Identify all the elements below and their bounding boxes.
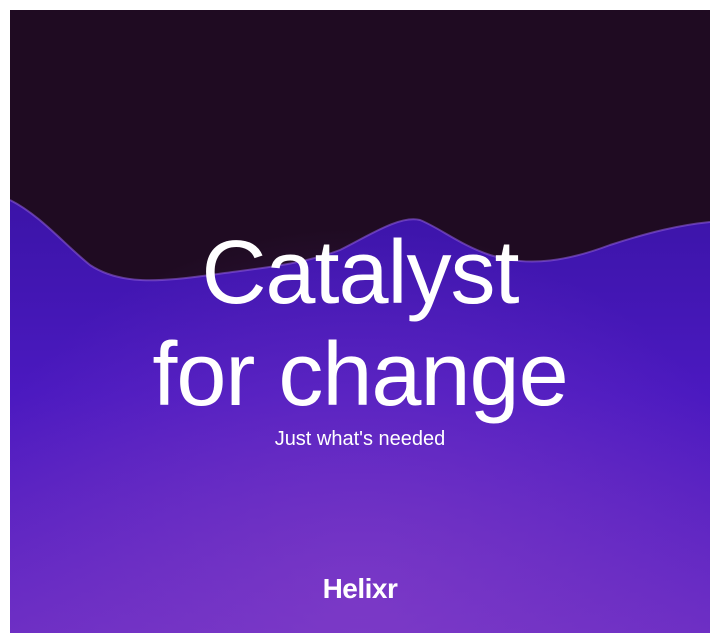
brand-logo: Helixr <box>322 573 398 604</box>
poster-frame: Catalyst for change Just what's needed H… <box>10 10 710 633</box>
headline-line-1: Catalyst <box>201 223 519 323</box>
headline-line-2: for change <box>152 325 568 425</box>
subtitle: Just what's needed <box>274 428 446 450</box>
